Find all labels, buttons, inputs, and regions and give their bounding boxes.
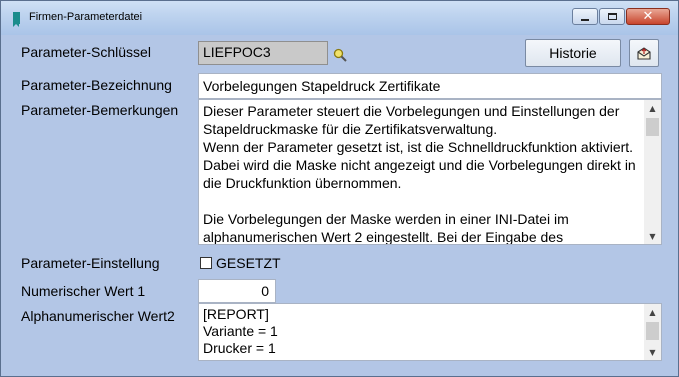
alpha-scrollbar[interactable]: ▲ ▼: [644, 304, 661, 360]
schluessel-label: Parameter-Schlüssel: [21, 44, 151, 60]
num-label: Numerischer Wert 1: [21, 283, 146, 299]
scroll-up-icon[interactable]: ▲: [644, 100, 661, 116]
scroll-down-icon[interactable]: ▼: [644, 228, 661, 244]
export-button[interactable]: [629, 39, 659, 67]
form-area: Parameter-Schlüssel LIEFPOC3 Historie Pa…: [8, 35, 670, 369]
num-field[interactable]: 0: [198, 279, 276, 303]
alpha-text: [REPORT] Variante = 1 Drucker = 1: [203, 306, 278, 356]
historie-button[interactable]: Historie: [525, 39, 621, 67]
scroll-up-icon[interactable]: ▲: [644, 304, 661, 320]
maximize-button[interactable]: [599, 8, 625, 25]
search-icon[interactable]: [333, 48, 347, 62]
schluessel-field[interactable]: LIEFPOC3: [198, 41, 328, 65]
bezeichnung-label: Parameter-Bezeichnung: [21, 77, 172, 93]
scroll-thumb[interactable]: [646, 322, 659, 340]
export-icon: [637, 46, 651, 60]
minimize-icon: [581, 18, 589, 21]
num-value: 0: [261, 283, 269, 299]
title-bar[interactable]: Firmen-Parameterdatei ✕: [1, 1, 678, 35]
window-title: Firmen-Parameterdatei: [29, 11, 143, 23]
minimize-button[interactable]: [572, 8, 598, 25]
window-controls: ✕: [571, 8, 670, 25]
bemerkungen-textarea[interactable]: Dieser Parameter steuert die Vorbelegung…: [198, 99, 662, 245]
schluessel-value: LIEFPOC3: [203, 44, 271, 60]
bookmark-icon: [13, 12, 20, 27]
bezeichnung-value: Vorbelegungen Stapeldruck Zertifikate: [203, 78, 441, 94]
bezeichnung-field[interactable]: Vorbelegungen Stapeldruck Zertifikate: [198, 73, 662, 99]
bemerkungen-scrollbar[interactable]: ▲ ▼: [644, 100, 661, 244]
parameter-window: Firmen-Parameterdatei ✕ Parameter-Schlüs…: [0, 0, 679, 377]
gesetzt-checkbox[interactable]: [200, 257, 212, 269]
close-icon: ✕: [642, 9, 654, 24]
scroll-thumb[interactable]: [646, 118, 659, 136]
alpha-textarea[interactable]: [REPORT] Variante = 1 Drucker = 1 ▲ ▼: [198, 303, 662, 361]
historie-label: Historie: [549, 45, 597, 61]
maximize-icon: [607, 13, 617, 20]
close-button[interactable]: ✕: [626, 8, 670, 25]
scroll-down-icon[interactable]: ▼: [644, 344, 661, 360]
einstellung-label: Parameter-Einstellung: [21, 255, 160, 271]
alpha-label: Alphanumerischer Wert2: [21, 308, 175, 324]
bemerkungen-label: Parameter-Bemerkungen: [21, 102, 179, 118]
bemerkungen-text: Dieser Parameter steuert die Vorbelegung…: [203, 103, 636, 245]
gesetzt-label[interactable]: GESETZT: [216, 255, 281, 271]
